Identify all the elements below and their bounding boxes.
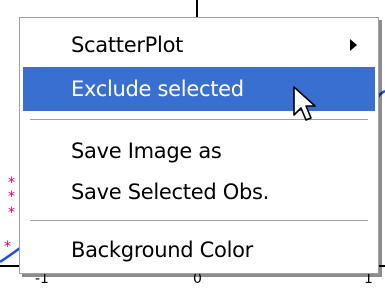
arrow-pointer-icon [293, 86, 316, 121]
scatter-marker: * [8, 205, 15, 221]
menu-item-label: Background Color [71, 238, 253, 262]
menu-item-save-image-as[interactable]: Save Image as [23, 129, 375, 173]
scatter-marker: * [8, 175, 15, 191]
menu-item-exclude-selected[interactable]: Exclude selected [23, 67, 375, 111]
scatter-marker: * [4, 239, 11, 255]
menu-item-background-color[interactable]: Background Color [23, 228, 375, 272]
menu-item-label: Save Image as [71, 139, 222, 163]
menu-item-save-selected-obs[interactable]: Save Selected Obs. [23, 170, 375, 214]
plot-window: -1 0 1 * * * * ScatterPlot Exclude selec… [0, 0, 385, 288]
menu-item-label: Save Selected Obs. [71, 180, 270, 204]
curve-right-segment [376, 89, 385, 98]
submenu-arrow-icon [350, 39, 357, 51]
context-menu: ScatterPlot Exclude selected Save Image … [19, 17, 379, 274]
menu-separator [30, 220, 368, 222]
menu-item-label: Exclude selected [71, 77, 244, 101]
scatter-marker: * [8, 189, 15, 205]
menu-item-scatterplot[interactable]: ScatterPlot [23, 23, 375, 67]
menu-item-label: ScatterPlot [71, 33, 184, 57]
